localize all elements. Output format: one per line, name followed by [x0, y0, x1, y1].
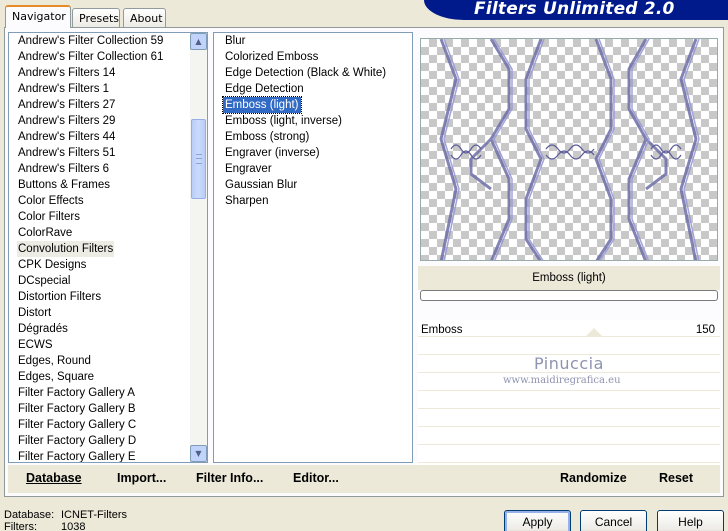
filter-info-button-label: Filter Info... [196, 471, 264, 485]
watermark-url: www.maidiregrafica.eu [503, 375, 621, 386]
tab-navigator[interactable]: Navigator [5, 5, 71, 28]
slider-row-empty [418, 392, 720, 409]
database-button[interactable]: Database [26, 471, 82, 485]
category-item[interactable]: Andrew's Filters 6 [17, 161, 110, 177]
progress-bar [420, 290, 718, 301]
category-item[interactable]: Color Filters [17, 209, 81, 225]
editor-button[interactable]: Editor... [293, 471, 339, 485]
category-item[interactable]: Andrew's Filters 44 [17, 129, 116, 145]
category-item[interactable]: Andrew's Filters 1 [17, 81, 110, 97]
filter-name-label: Emboss (light) [418, 266, 720, 290]
grip-icon [196, 154, 202, 164]
category-item[interactable]: CPK Designs [17, 257, 87, 273]
filter-item[interactable]: Colorized Emboss [223, 49, 320, 65]
filter-preview [420, 38, 718, 261]
filter-item[interactable]: Engraver [223, 161, 274, 177]
help-button[interactable]: Help [657, 510, 724, 531]
category-item[interactable]: Andrew's Filters 51 [17, 145, 116, 161]
category-item[interactable]: Andrew's Filters 29 [17, 113, 116, 129]
category-list[interactable]: Andrew's Filter Collection 59 Andrew's F… [8, 32, 208, 463]
slider-panel: Emboss 150 [418, 320, 720, 466]
database-value: ICNET-Filters [61, 509, 127, 521]
filter-item[interactable]: Emboss (strong) [223, 129, 311, 145]
category-item[interactable]: Edges, Round [17, 353, 92, 369]
category-item[interactable]: Filter Factory Gallery E [17, 449, 137, 462]
database-label: Database: [4, 509, 55, 521]
preview-image [439, 39, 700, 260]
slider-row-emboss[interactable]: Emboss 150 [418, 320, 720, 337]
category-item[interactable]: Edges, Square [17, 369, 95, 385]
category-item[interactable]: Andrew's Filter Collection 59 [17, 33, 164, 49]
slider-label: Emboss [421, 324, 463, 336]
cancel-button[interactable]: Cancel [580, 510, 647, 531]
filter-item[interactable]: Emboss (light, inverse) [223, 113, 344, 129]
app-title: Filters Unlimited 2.0 [474, 0, 675, 19]
filters-count-label: Filters: [4, 521, 37, 531]
slider-value: 150 [695, 324, 715, 336]
category-item[interactable]: Andrew's Filters 14 [17, 65, 116, 81]
category-item[interactable]: Distortion Filters [17, 289, 102, 305]
import-button-label: Import... [117, 471, 167, 485]
category-scrollbar[interactable]: ▲ ▼ [190, 33, 207, 462]
tab-about[interactable]: About [123, 8, 166, 27]
filter-item[interactable]: Sharpen [223, 193, 270, 209]
category-item[interactable]: DCspecial [17, 273, 71, 289]
category-item[interactable]: ColorRave [17, 225, 73, 241]
apply-button[interactable]: Apply [504, 510, 571, 531]
database-button-label: Database [26, 471, 82, 485]
filter-item[interactable]: Edge Detection [223, 81, 306, 97]
category-item-selected[interactable]: Convolution Filters [17, 241, 115, 257]
category-item[interactable]: Color Effects [17, 193, 85, 209]
tab-presets[interactable]: Presets [72, 8, 120, 27]
randomize-button[interactable]: Randomize [560, 471, 627, 485]
filters-count-value: 1038 [61, 521, 86, 531]
watermark-title: Pinuccia [534, 354, 604, 373]
scrollbar-thumb[interactable] [191, 119, 206, 199]
filter-item-selected[interactable]: Emboss (light) [222, 96, 302, 114]
slider-row-empty [418, 338, 720, 355]
filter-item[interactable]: Blur [223, 33, 247, 49]
reset-button-label: Reset [659, 471, 694, 485]
chevron-down-icon[interactable]: ▼ [190, 445, 207, 462]
randomize-button-label: Randomize [560, 471, 627, 485]
category-item[interactable]: ECWS [17, 337, 54, 353]
category-item[interactable]: Distort [17, 305, 52, 321]
editor-button-label: Editor... [293, 471, 339, 485]
filter-item[interactable]: Gaussian Blur [223, 177, 299, 193]
category-item[interactable]: Andrew's Filters 27 [17, 97, 116, 113]
category-item[interactable]: Dégradés [17, 321, 69, 337]
category-item[interactable]: Filter Factory Gallery C [17, 417, 137, 433]
category-item[interactable]: Filter Factory Gallery D [17, 433, 137, 449]
slider-row-empty [418, 428, 720, 445]
category-item[interactable]: Andrew's Filter Collection 61 [17, 49, 164, 65]
category-item[interactable]: Filter Factory Gallery B [17, 401, 137, 417]
filter-item[interactable]: Edge Detection (Black & White) [223, 65, 388, 81]
reset-button[interactable]: Reset [659, 471, 693, 485]
filter-info-button[interactable]: Filter Info... [196, 471, 263, 485]
chevron-up-icon[interactable]: ▲ [190, 33, 207, 50]
category-item[interactable]: Filter Factory Gallery A [17, 385, 136, 401]
filter-item[interactable]: Engraver (inverse) [223, 145, 322, 161]
category-item[interactable]: Buttons & Frames [17, 177, 111, 193]
filter-list[interactable]: Blur Colorized Emboss Edge Detection (Bl… [213, 32, 413, 463]
slider-row-empty [418, 446, 720, 463]
slider-pointer-icon [586, 328, 602, 336]
slider-row-empty [418, 410, 720, 427]
import-button[interactable]: Import... [117, 471, 166, 485]
